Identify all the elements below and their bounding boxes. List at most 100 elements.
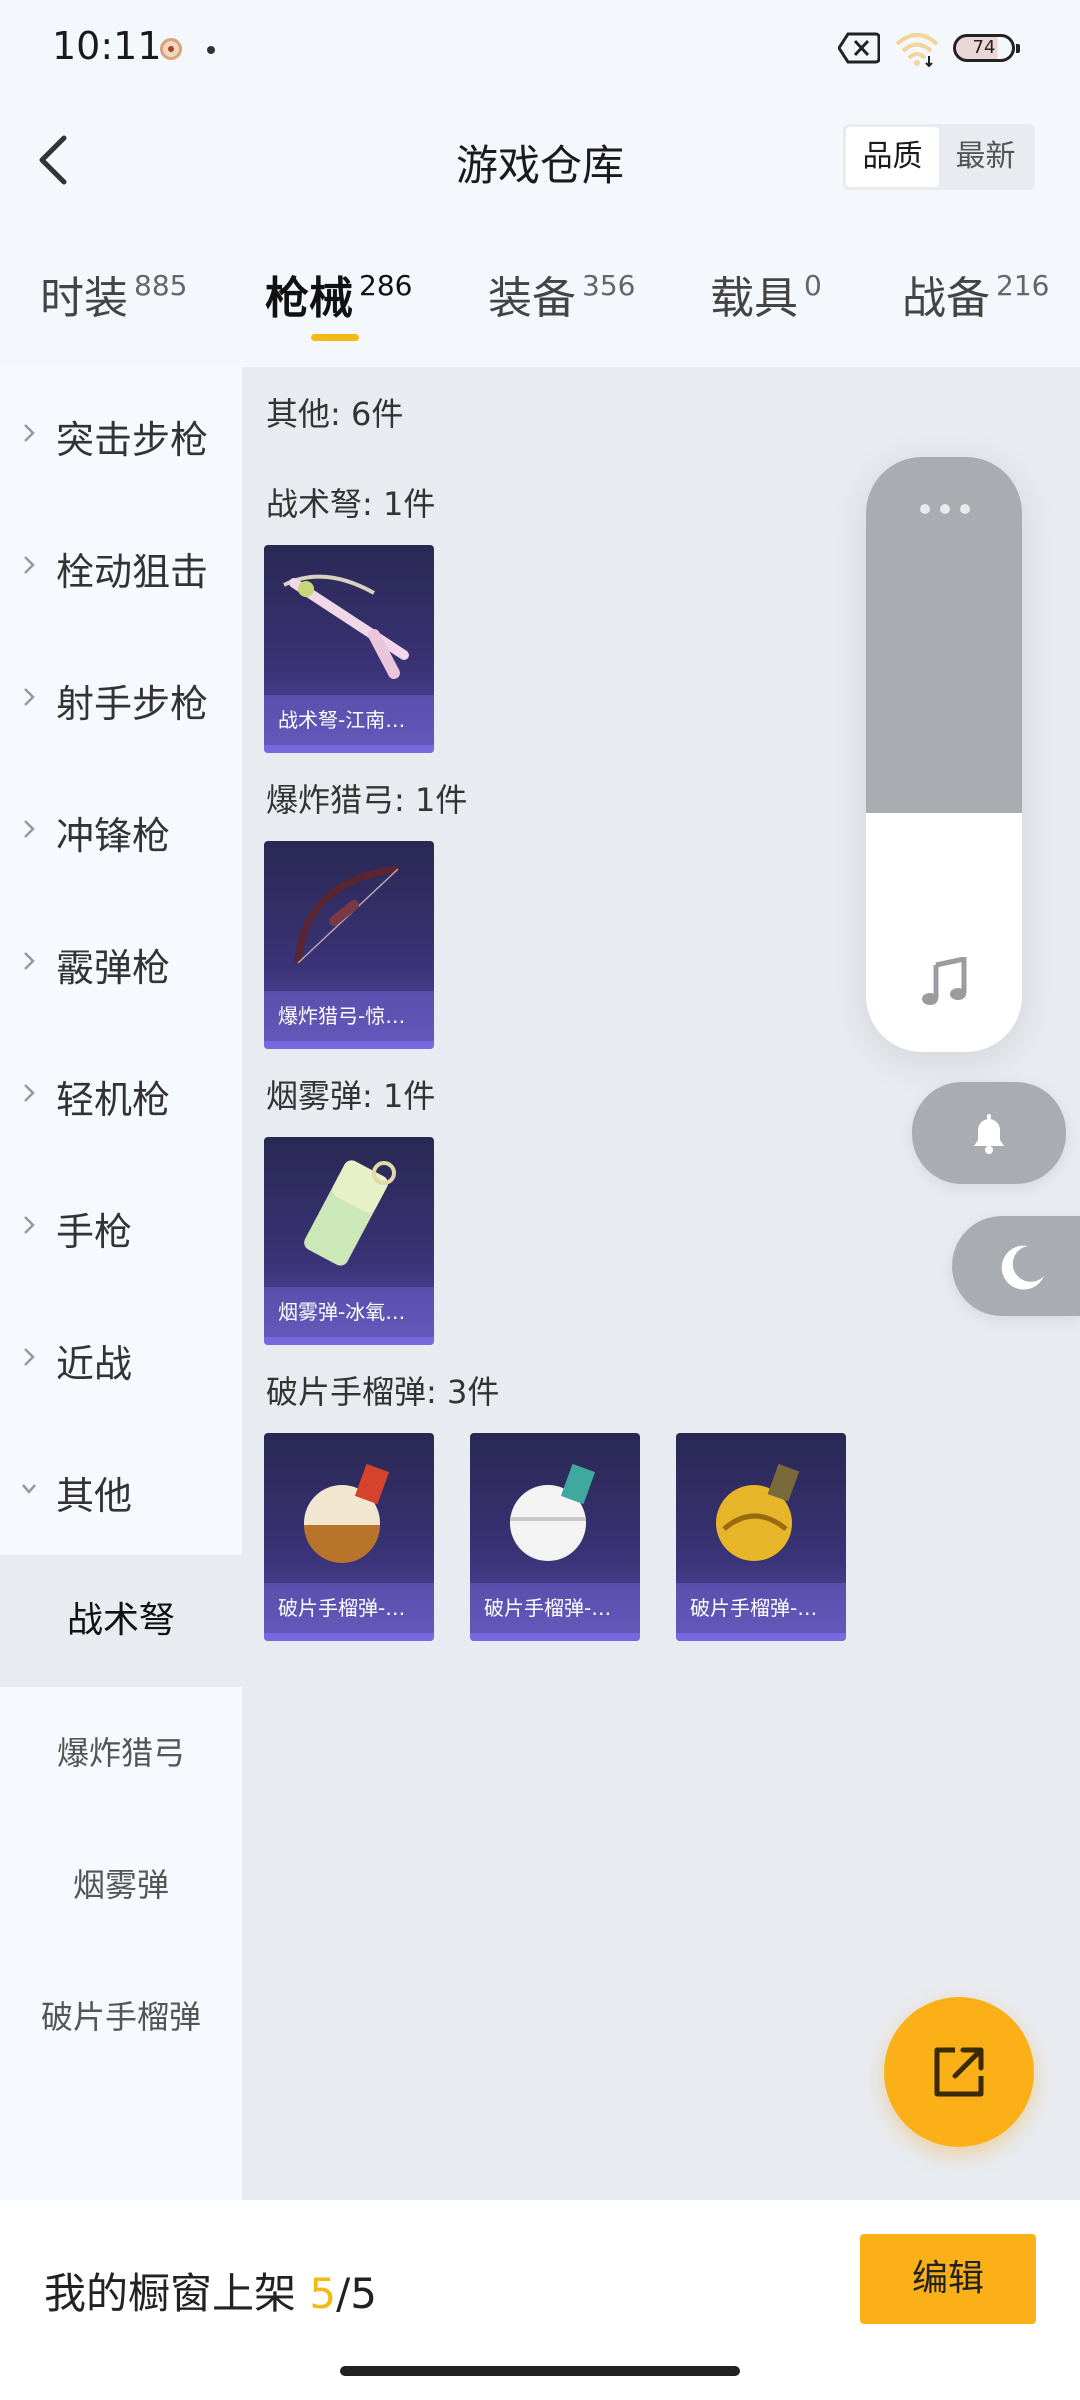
showcase-total: /5 — [336, 2269, 377, 2318]
category-tabs: 时装 885 枪械 286 装备 356 载具 0 战备 216 — [0, 250, 1080, 360]
chevron-right-icon — [24, 1216, 35, 1234]
item-card-frag-grenade[interactable]: 破片手榴弹-… — [264, 1433, 434, 1641]
tab-label: 战备 — [902, 273, 990, 324]
sidebar-item-smg[interactable]: 冲锋枪 — [0, 763, 242, 895]
item-name: 破片手榴弹-… — [676, 1583, 846, 1633]
header: 游戏仓库 品质 最新 — [0, 110, 1080, 210]
share-external-icon — [934, 2047, 984, 2097]
sidebar-item-assault-rifle[interactable]: 突击步枪 — [0, 367, 242, 499]
chevron-right-icon — [24, 820, 35, 838]
sidebar-item-label: 手枪 — [56, 1210, 133, 1254]
volume-slider[interactable] — [866, 457, 1022, 1052]
more-notifications-icon — [207, 46, 215, 54]
rarity-bar — [264, 1041, 434, 1049]
tab-label: 装备 — [488, 273, 576, 324]
tab-count: 216 — [996, 269, 1050, 302]
smoke-grenade-item-image — [304, 1160, 396, 1266]
sidebar-subitem-label: 战术弩 — [66, 1600, 175, 1641]
showcase-current: 5 — [309, 2269, 337, 2318]
tab-equipment[interactable]: 装备 356 — [488, 262, 635, 326]
tab-label: 枪械 — [265, 273, 353, 324]
sort-toggle[interactable]: 品质 最新 — [843, 124, 1035, 190]
sidebar-item-melee[interactable]: 近战 — [0, 1291, 242, 1423]
status-bar: 10:11 74 — [0, 0, 1080, 96]
tab-label: 载具 — [710, 273, 798, 324]
sidebar-subitem-label: 爆炸猎弓 — [56, 1734, 185, 1772]
sidebar-item-label: 突击步枪 — [56, 418, 209, 462]
app-notification-icon — [160, 38, 182, 60]
wifi-icon — [895, 33, 939, 68]
sidebar-item-label: 冲锋枪 — [56, 814, 171, 858]
item-card-frag-grenade[interactable]: 破片手榴弹-… — [470, 1433, 640, 1641]
rarity-bar — [264, 1633, 434, 1641]
chevron-right-icon — [24, 688, 35, 706]
item-card-explosive-bow[interactable]: 爆炸猎弓-惊… — [264, 841, 434, 1049]
bell-icon — [974, 1114, 1004, 1154]
category-summary: 其他: 6件 — [266, 395, 404, 433]
tab-count: 0 — [804, 269, 822, 302]
tab-label: 时装 — [40, 273, 128, 324]
ringer-button[interactable] — [912, 1082, 1066, 1184]
rarity-bar — [264, 1337, 434, 1345]
active-tab-indicator — [311, 334, 359, 341]
showcase-status: 我的橱窗上架 5/5 — [44, 2260, 377, 2321]
chevron-down-icon — [22, 1484, 36, 1494]
chevron-right-icon — [24, 424, 35, 442]
edit-button[interactable]: 编辑 — [860, 2234, 1036, 2324]
group-title: 战术弩: 1件 — [266, 485, 436, 523]
home-indicator[interactable] — [340, 2366, 740, 2376]
group-title: 爆炸猎弓: 1件 — [266, 781, 468, 819]
group-title: 烟雾弹: 1件 — [266, 1077, 436, 1115]
moon-icon — [1001, 1245, 1044, 1290]
sidebar-item-label: 栓动狙击 — [56, 550, 209, 594]
rarity-bar — [470, 1633, 640, 1641]
sort-by-newest[interactable]: 最新 — [939, 127, 1032, 187]
frag-grenade-item-image — [716, 1463, 800, 1561]
more-options-icon[interactable] — [918, 503, 972, 515]
tab-count: 286 — [359, 269, 413, 302]
chevron-right-icon — [24, 1084, 35, 1102]
sidebar-item-pistol[interactable]: 手枪 — [0, 1159, 242, 1291]
sidebar-item-lmg[interactable]: 轻机枪 — [0, 1027, 242, 1159]
tab-fashion[interactable]: 时装 885 — [40, 262, 187, 326]
item-card-frag-grenade[interactable]: 破片手榴弹-… — [676, 1433, 846, 1641]
item-name: 烟雾弹-冰氧… — [264, 1287, 434, 1337]
sidebar-subitem-explosive-bow[interactable]: 爆炸猎弓 — [0, 1687, 242, 1819]
do-not-disturb-button[interactable] — [952, 1216, 1080, 1316]
status-time: 10:11 — [52, 24, 162, 68]
item-name: 爆炸猎弓-惊… — [264, 991, 434, 1041]
group-title: 破片手榴弹: 3件 — [266, 1373, 500, 1411]
sidebar-item-shotgun[interactable]: 霰弹枪 — [0, 895, 242, 1027]
sidebar-item-bolt-sniper[interactable]: 栓动狙击 — [0, 499, 242, 631]
frag-grenade-item-image — [304, 1463, 390, 1563]
sort-by-quality[interactable]: 品质 — [846, 127, 939, 187]
sidebar-subitem-frag-grenade[interactable]: 破片手榴弹 — [0, 1951, 242, 2083]
tab-count: 356 — [582, 269, 636, 302]
share-button[interactable] — [884, 1997, 1034, 2147]
sidebar-item-label: 霰弹枪 — [56, 946, 171, 990]
chevron-right-icon — [24, 952, 35, 970]
sidebar-item-label: 射手步枪 — [56, 682, 209, 726]
sidebar-subitem-label: 烟雾弹 — [72, 1866, 169, 1904]
rarity-bar — [676, 1633, 846, 1641]
tab-firearms[interactable]: 枪械 286 — [265, 262, 412, 326]
sidebar-item-other[interactable]: 其他 — [0, 1423, 242, 1555]
item-card-crossbow[interactable]: 战术弩-江南… — [264, 545, 434, 753]
tab-vehicles[interactable]: 载具 0 — [710, 262, 822, 326]
showcase-count: 5/5 — [309, 2269, 377, 2318]
sidebar-item-marksman-rifle[interactable]: 射手步枪 — [0, 631, 242, 763]
item-card-smoke-grenade[interactable]: 烟雾弹-冰氧… — [264, 1137, 434, 1345]
tab-supplies[interactable]: 战备 216 — [902, 262, 1049, 326]
item-name: 破片手榴弹-… — [264, 1583, 434, 1633]
chevron-right-icon — [24, 1348, 35, 1366]
crossbow-item-image — [283, 574, 409, 679]
sidebar-subitem-label: 破片手榴弹 — [40, 1998, 201, 2036]
tab-count: 885 — [134, 269, 188, 302]
sidebar: 突击步枪 栓动狙击 射手步枪 冲锋枪 霰弹枪 轻机枪 手枪 近战 其他 战术弩 … — [0, 367, 242, 2200]
sidebar-subitem-smoke-grenade[interactable]: 烟雾弹 — [0, 1819, 242, 1951]
sidebar-subitem-tactical-crossbow[interactable]: 战术弩 — [0, 1555, 242, 1687]
music-note-icon — [922, 957, 967, 1005]
rarity-bar — [264, 745, 434, 753]
sidebar-item-label: 其他 — [56, 1474, 133, 1518]
sidebar-item-label: 轻机枪 — [56, 1078, 171, 1122]
